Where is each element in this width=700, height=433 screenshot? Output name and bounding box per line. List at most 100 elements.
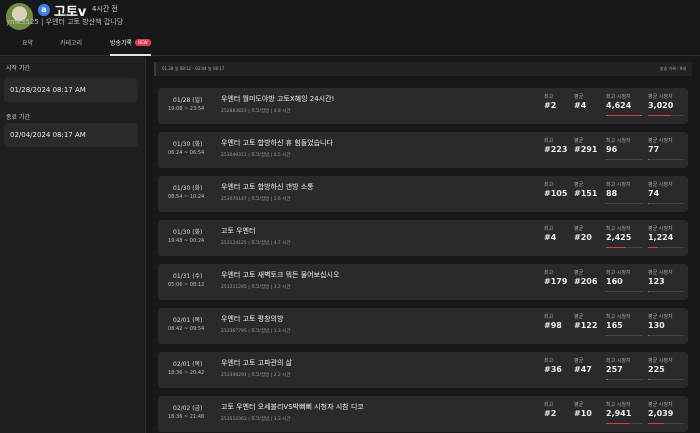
peak-rank-value: #98 <box>544 321 562 330</box>
broadcast-card[interactable]: 01/30 (화) 08:54 ~ 10:24 우엔터 고토 합방하신 갠방 소통 2… <box>158 176 688 212</box>
avg-viewers-value: 74 <box>648 189 660 198</box>
broadcast-card[interactable]: 02/02 (금) 18:36 ~ 21:48 고토 우엔터 오세블리VS박뻐뻐 시… <box>158 396 688 432</box>
broadcast-meta: 253211285 | 토크/잡방 | 3.2 시간 <box>221 285 291 290</box>
avg-viewers-bar <box>648 115 684 116</box>
peak-rank-label: 최고 <box>544 226 554 232</box>
peak-viewers-label: 최고 시청자 <box>606 182 631 188</box>
avg-viewers-value: 225 <box>648 365 665 374</box>
platform-icon: a <box>38 4 50 16</box>
peak-rank-label: 최고 <box>544 94 554 100</box>
broadcast-date: 01/28 (일) <box>173 97 203 104</box>
broadcast-card[interactable]: 01/30 (화) 19:48 ~ 00:24 고토 우엔터 253124125 | … <box>158 220 688 256</box>
peak-viewers-bar-fill <box>606 203 607 204</box>
avg-rank-value: #122 <box>574 321 598 330</box>
avg-viewers-bar <box>648 247 684 248</box>
broadcast-card[interactable]: 01/31 (수) 05:06 ~ 08:12 우엔터 고토 새벽토크 뭐든 물어보… <box>158 264 688 300</box>
broadcast-time: 18:36 ~ 21:48 <box>168 414 205 420</box>
peak-viewers-bar <box>606 335 642 336</box>
broadcast-title[interactable]: 우엔터 월미도야방 고토X혜잉 24시간! <box>221 94 334 104</box>
avg-viewers-bar-fill <box>648 423 664 424</box>
peak-viewers-bar <box>606 291 642 292</box>
avg-viewers-bar-fill <box>648 379 650 380</box>
peak-viewers-label: 최고 시청자 <box>606 314 631 320</box>
avg-rank-value: #47 <box>574 365 592 374</box>
avg-rank-value: #151 <box>574 189 598 198</box>
peak-rank-value: #179 <box>544 277 568 286</box>
peak-viewers-label: 최고 시청자 <box>606 138 631 144</box>
broadcast-title[interactable]: 고토 우엔터 <box>221 226 255 236</box>
broadcast-title[interactable]: 우엔터 고토 고파관의 삶 <box>221 358 292 368</box>
summary-count: 방송 기록 : 9개 <box>659 66 686 71</box>
peak-rank-label: 최고 <box>544 314 554 320</box>
broadcast-card[interactable]: 01/28 (일) 19:08 ~ 23:54 우엔터 월미도야방 고토X혜잉 24… <box>158 88 688 124</box>
peak-viewers-value: 2,425 <box>606 233 632 242</box>
avg-viewers-value: 3,020 <box>648 101 674 110</box>
tab-broadcast-history[interactable]: 방송기록 NEW <box>110 38 151 56</box>
peak-rank-value: #36 <box>544 365 562 374</box>
start-date-label: 시작 기간 <box>6 65 30 72</box>
peak-rank-value: #223 <box>544 145 568 154</box>
tab-category[interactable]: 카테고리 <box>60 38 82 56</box>
peak-viewers-bar-fill <box>606 423 629 424</box>
peak-viewers-bar <box>606 423 642 424</box>
peak-rank-label: 최고 <box>544 358 554 364</box>
avg-viewers-bar <box>648 203 684 204</box>
peak-rank-value: #2 <box>544 409 557 418</box>
tab-summary[interactable]: 요약 <box>22 38 33 56</box>
avg-rank-label: 평균 <box>574 182 584 188</box>
avg-rank-label: 평균 <box>574 94 584 100</box>
avg-viewers-label: 평균 시청자 <box>648 402 673 408</box>
broadcast-meta: 253070147 | 토크/잡방 | 1.6 시간 <box>221 197 291 202</box>
channel-header: a 고토v 4시간 전 ymk3525 | 우엔터 고토 방산책 갑니당 <box>0 0 700 34</box>
avg-viewers-bar-fill <box>648 335 649 336</box>
new-badge: NEW <box>135 39 151 46</box>
broadcast-title[interactable]: 우엔터 고토 새벽토크 뭐든 물어보십시오 <box>221 270 339 280</box>
broadcast-date: 01/30 (화) <box>173 185 203 192</box>
broadcast-meta: 253367795 | 토크/잡방 | 1.3 시간 <box>221 329 291 334</box>
broadcast-date: 02/01 (목) <box>173 361 203 368</box>
broadcast-meta: 253512363 | 토크/잡방 | 3.3 시간 <box>221 417 291 422</box>
broadcast-date: 02/01 (목) <box>173 317 203 324</box>
broadcast-date: 01/30 (화) <box>173 229 203 236</box>
avg-viewers-label: 평균 시청자 <box>648 182 673 188</box>
date-range-sidebar: 시작 기간 01/28/2024 08:17 AM 종료 기간 02/04/20… <box>0 57 146 433</box>
broadcast-time: 08:54 ~ 10:24 <box>168 194 205 200</box>
avg-viewers-value: 2,039 <box>648 409 674 418</box>
broadcast-title[interactable]: 우엔터 고토 합방하신 휴 힘들었습니다 <box>221 138 333 148</box>
peak-viewers-value: 4,624 <box>606 101 632 110</box>
broadcast-title[interactable]: 고토 우엔터 오세블리VS박뻐뻐 시청자 시참 디코 <box>221 402 364 412</box>
broadcast-card[interactable]: 01/30 (화) 06:24 ~ 06:54 우엔터 고토 합방하신 휴 힘들었습… <box>158 132 688 168</box>
peak-viewers-bar-fill <box>606 379 608 380</box>
peak-viewers-value: 160 <box>606 277 623 286</box>
broadcast-title[interactable]: 우엔터 고토 평창의방 <box>221 314 283 324</box>
avg-viewers-bar <box>648 423 684 424</box>
broadcast-title[interactable]: 우엔터 고토 합방하신 갠방 소통 <box>221 182 314 192</box>
peak-viewers-label: 최고 시청자 <box>606 226 631 232</box>
start-date-input[interactable]: 01/28/2024 08:17 AM <box>4 78 138 102</box>
peak-rank-value: #105 <box>544 189 568 198</box>
peak-viewers-bar <box>606 379 642 380</box>
tab-bar: 요약 카테고리 방송기록 NEW <box>0 34 700 56</box>
avg-viewers-bar-fill <box>648 247 657 248</box>
broadcast-card[interactable]: 02/01 (목) 08:42 ~ 09:54 우엔터 고토 평창의방 2533677… <box>158 308 688 344</box>
avg-viewers-bar <box>648 159 684 160</box>
broadcast-date: 01/31 (수) <box>173 273 203 280</box>
avg-rank-value: #291 <box>574 145 598 154</box>
summary-range: 01.28 일 08:12 - 02.04 일 08:17 <box>162 66 225 71</box>
avg-rank-label: 평균 <box>574 270 584 276</box>
avg-rank-value: #206 <box>574 277 598 286</box>
peak-viewers-bar <box>606 203 642 204</box>
broadcast-date: 01/30 (화) <box>173 141 203 148</box>
peak-viewers-bar-fill <box>606 247 625 248</box>
peak-viewers-label: 최고 시청자 <box>606 270 631 276</box>
peak-viewers-bar <box>606 247 642 248</box>
broadcast-card[interactable]: 02/01 (목) 18:36 ~ 20:42 우엔터 고토 고파관의 삶 25339… <box>158 352 688 388</box>
end-date-input[interactable]: 02/04/2024 08:17 AM <box>4 123 138 147</box>
peak-viewers-value: 2,941 <box>606 409 632 418</box>
avg-rank-value: #4 <box>574 101 587 110</box>
broadcast-date: 02/02 (금) <box>173 405 203 412</box>
peak-viewers-label: 최고 시청자 <box>606 94 631 100</box>
avg-viewers-bar <box>648 335 684 336</box>
peak-viewers-bar-fill <box>606 291 607 292</box>
peak-viewers-value: 96 <box>606 145 618 154</box>
